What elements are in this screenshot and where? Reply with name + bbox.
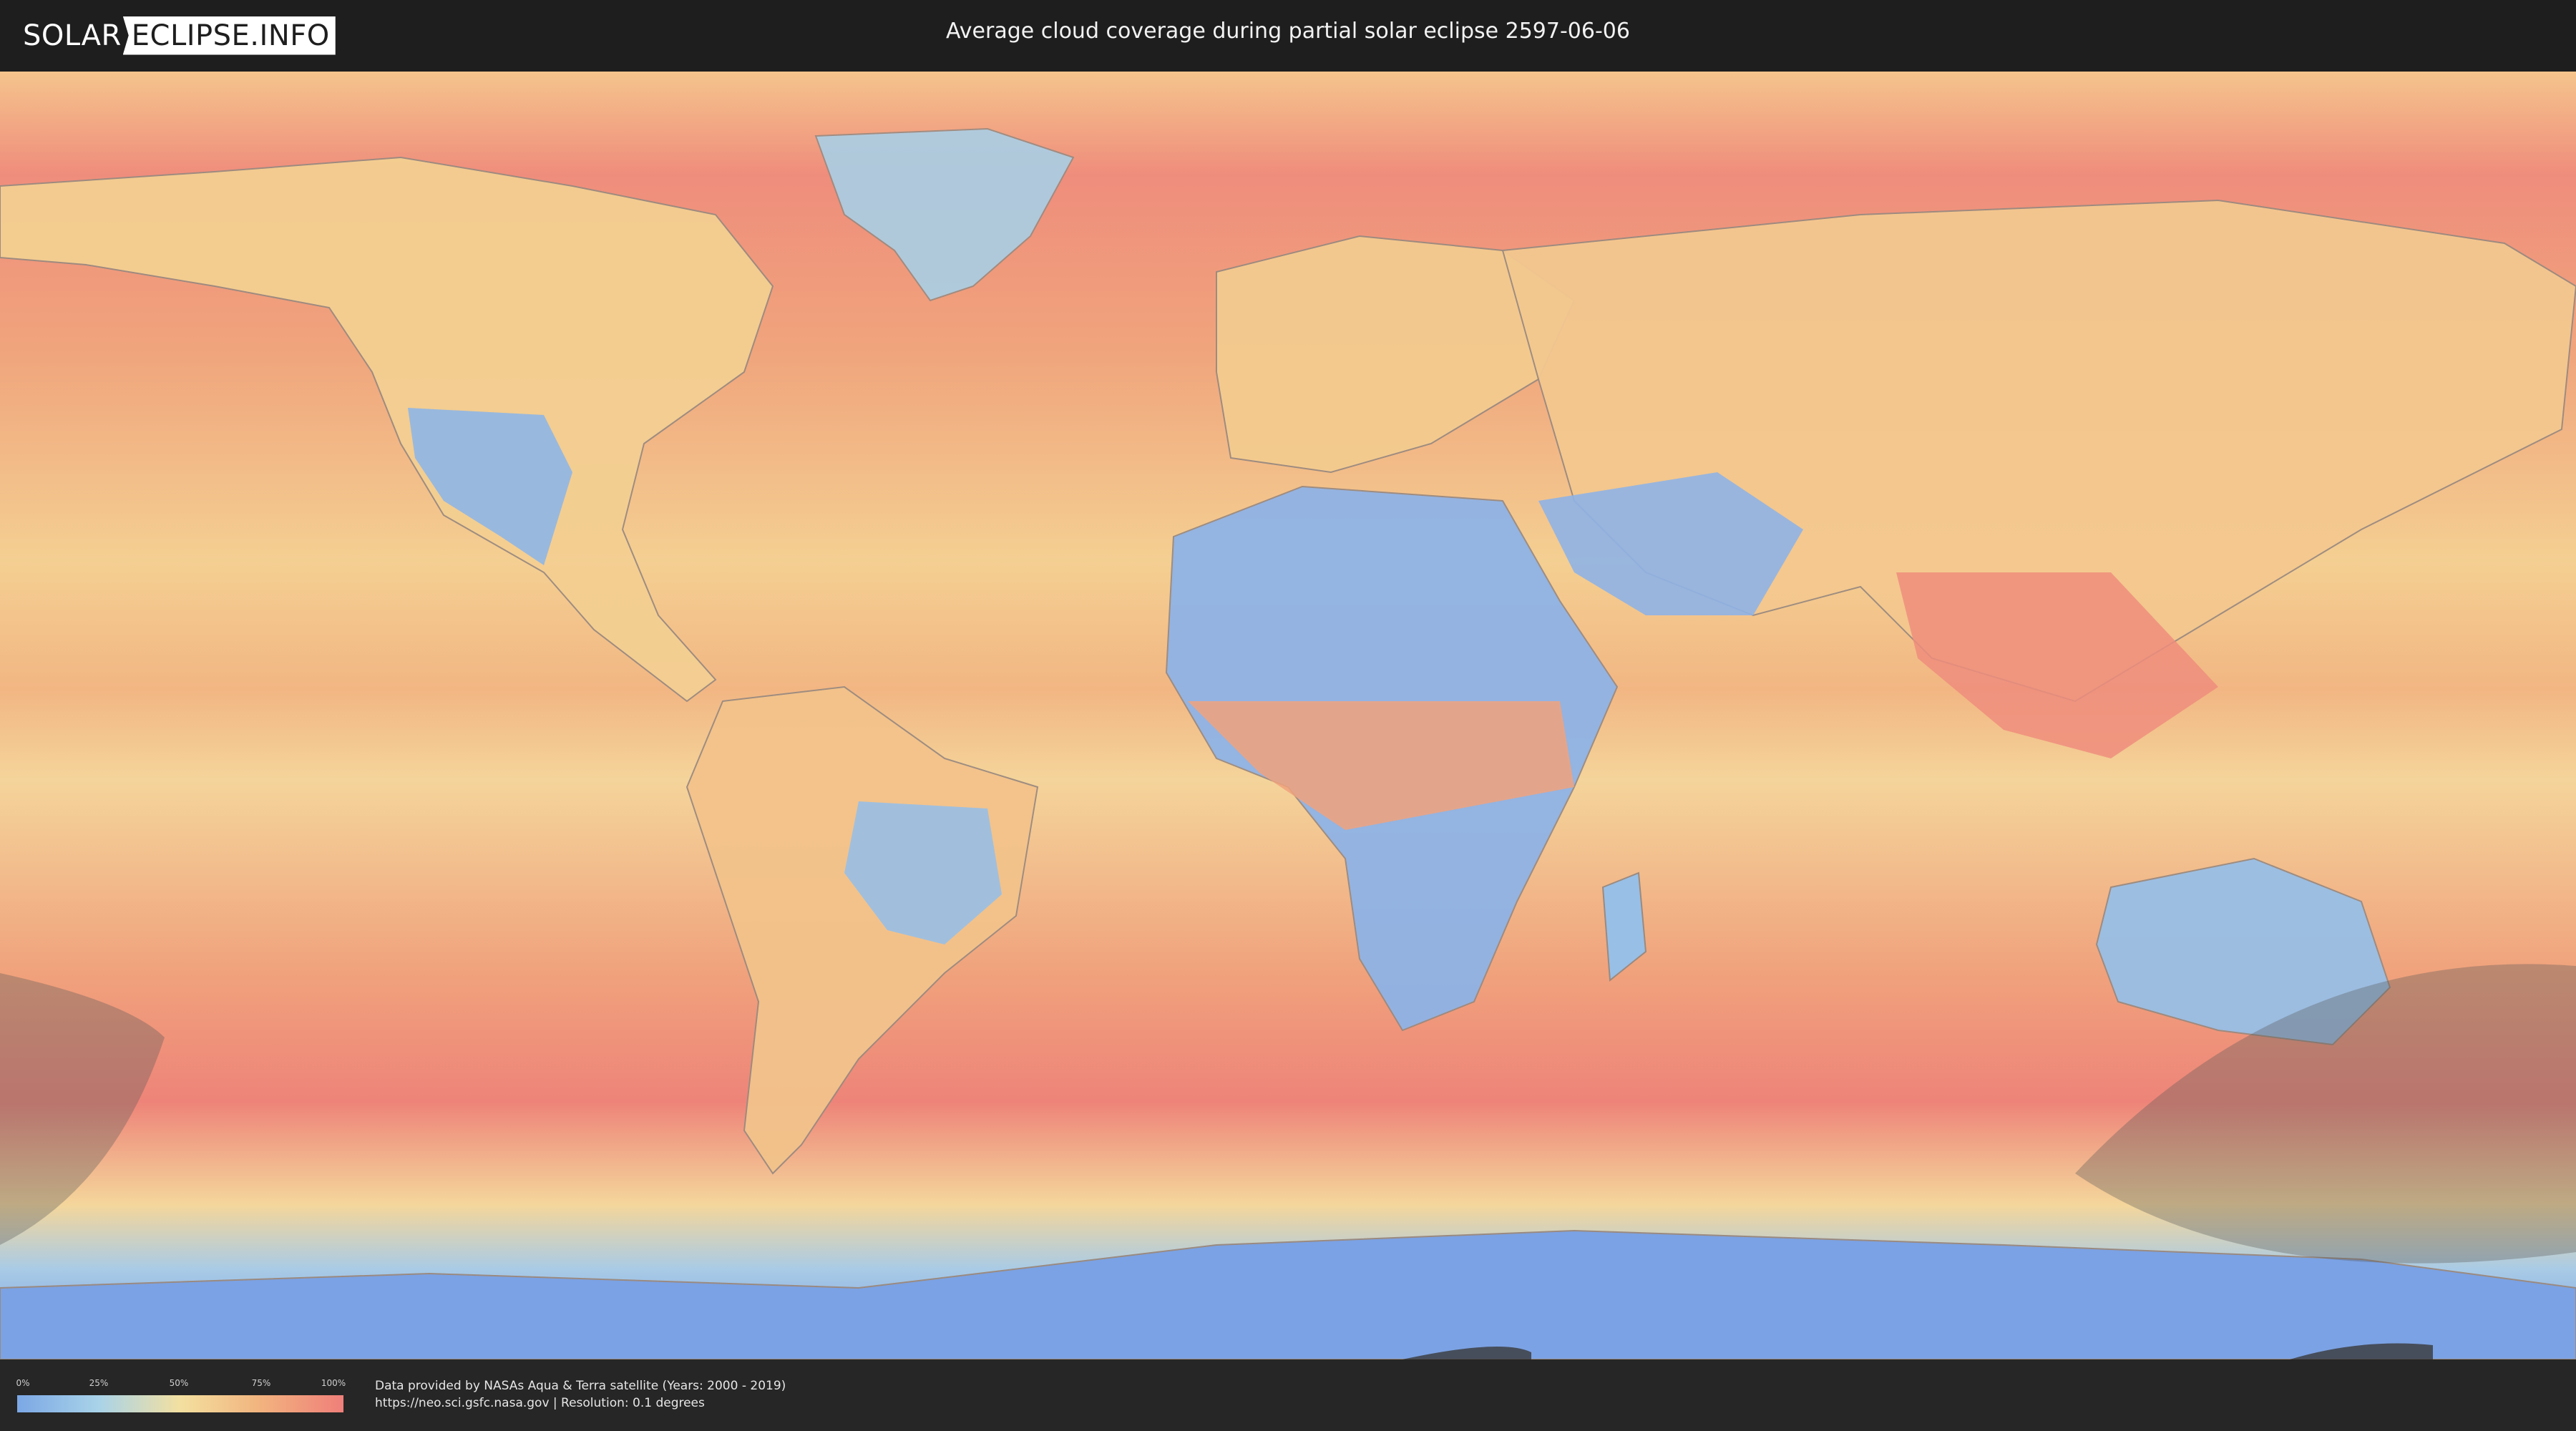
footer-bar: 0% 25% 50% 75% 100% Data provided by NAS… <box>0 1359 2576 1431</box>
legend-tick-75: 75% <box>251 1378 271 1388</box>
cloud-coverage-map <box>0 72 2576 1359</box>
cloud-coverage-legend-bar <box>17 1395 343 1412</box>
page-title: Average cloud coverage during partial so… <box>946 19 1630 44</box>
header-bar: SOLAR ECLIPSE.INFO Average cloud coverag… <box>0 0 2576 72</box>
legend-tick-100: 100% <box>321 1378 346 1388</box>
legend-tick-0: 0% <box>16 1378 30 1388</box>
data-source-link[interactable]: https://neo.sci.gsfc.nasa.gov | Resoluti… <box>375 1396 705 1410</box>
legend-tick-25: 25% <box>89 1378 109 1388</box>
world-map-svg <box>0 72 2576 1359</box>
legend-tick-50: 50% <box>169 1378 189 1388</box>
data-credit-line: Data provided by NASAs Aqua & Terra sate… <box>375 1379 786 1393</box>
